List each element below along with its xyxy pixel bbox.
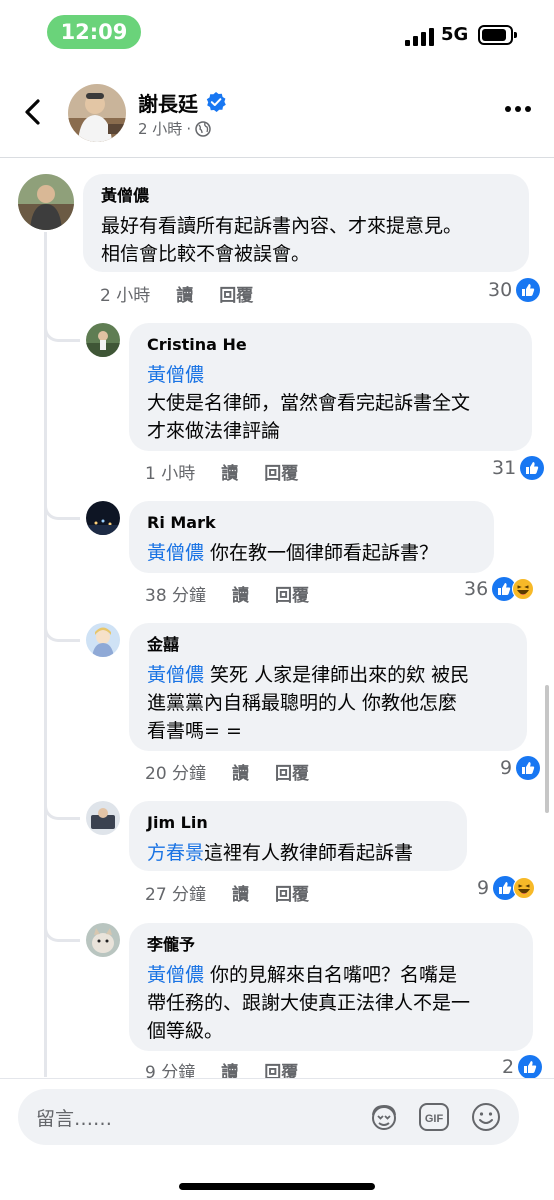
chevron-left-icon (25, 99, 40, 125)
more-dots-icon (505, 106, 511, 112)
reaction-count: 36 (464, 578, 489, 600)
reaction-count: 2 (502, 1056, 515, 1078)
like-icon (516, 278, 541, 302)
post-time: 2 小時 (138, 120, 183, 138)
page-avatar[interactable] (68, 84, 126, 142)
commenter-avatar[interactable] (18, 174, 74, 230)
signal-icon (405, 26, 435, 46)
reply-button[interactable]: 回覆 (264, 459, 298, 484)
reaction-summary[interactable]: 31 (492, 456, 545, 480)
comment-mention[interactable]: 黃僧儂 (147, 664, 204, 686)
comment-author[interactable]: Cristina He (147, 335, 516, 355)
comment-bubble: 黃僧儂 最好有看讀所有起訴書內容、才來提意見。 相信會比較不會被誤會。 (83, 174, 529, 272)
home-indicator[interactable] (179, 1183, 375, 1190)
reply-connector (44, 312, 80, 342)
comment-text: 最好有看讀所有起訴書內容、才來提意見。 相信會比較不會被誤會。 (101, 215, 463, 265)
read-button[interactable]: 讀 (176, 281, 193, 306)
comment-time: 2 小時 (100, 286, 151, 306)
status-bar: 12:09 5G (0, 0, 554, 64)
read-button[interactable]: 讀 (232, 581, 249, 606)
reply-connector (44, 490, 80, 520)
comment-mention[interactable]: 黃僧儂 (147, 364, 204, 386)
comment-mention[interactable]: 方春景 (147, 842, 204, 864)
reply-connector (44, 790, 80, 820)
reply-button[interactable]: 回覆 (275, 880, 309, 905)
comment-bubble: Ri Mark 黃僧儂 你在教一個律師看起訴書？ (129, 501, 494, 573)
comment-bubble: Jim Lin 方春景這裡有人教律師看起訴書 (129, 801, 467, 871)
battery-icon (478, 25, 517, 45)
reaction-summary[interactable]: 2 (502, 1055, 543, 1079)
commenter-avatar[interactable] (86, 623, 120, 657)
back-button[interactable] (18, 96, 50, 128)
comment-time: 27 分鐘 (145, 885, 207, 905)
reaction-summary[interactable]: 30 (488, 278, 541, 302)
comment-mention[interactable]: 黃僧儂 (147, 542, 204, 564)
comment-actions: 2 小時 讀 回覆 (100, 281, 279, 306)
commenter-avatar[interactable] (86, 501, 120, 535)
reaction-count: 9 (477, 877, 490, 899)
comment-bubble: Cristina He 黃僧儂大使是名律師，當然會看完起訴書全文 才來做法律評論 (129, 323, 532, 451)
commenter-avatar[interactable] (86, 801, 120, 835)
read-button[interactable]: 讀 (232, 759, 249, 784)
reply-button[interactable]: 回覆 (275, 581, 309, 606)
comment-author[interactable]: Jim Lin (147, 813, 451, 833)
globe-icon (195, 120, 211, 137)
reaction-summary[interactable]: 36 (464, 577, 535, 601)
gif-label: GIF (425, 1113, 444, 1125)
like-icon (518, 1055, 543, 1079)
comment-author[interactable]: 黃僧儂 (101, 186, 513, 206)
comment-mention[interactable]: 黃僧儂 (147, 964, 204, 986)
reaction-summary[interactable]: 9 (500, 756, 541, 780)
comment-author[interactable]: 李儱予 (147, 935, 517, 955)
reply-button[interactable]: 回覆 (275, 759, 309, 784)
reply-connector (44, 612, 80, 642)
more-options-button[interactable] (505, 106, 533, 116)
meta-separator: · (186, 119, 192, 138)
commenter-avatar[interactable] (86, 323, 120, 357)
comment-bubble: 金囍 黃僧儂 笑死 人家是律師出來的欸 被民 進黨黨內自稱最聰明的人 你教他怎麼… (129, 623, 527, 751)
read-button[interactable]: 讀 (221, 459, 238, 484)
comment-author[interactable]: 金囍 (147, 635, 511, 655)
status-time: 12:09 (47, 15, 141, 49)
network-label: 5G (441, 24, 469, 45)
reply-button[interactable]: 回覆 (219, 281, 253, 306)
comment-time: 20 分鐘 (145, 764, 207, 784)
comment-author[interactable]: Ri Mark (147, 513, 478, 533)
comment-actions: 1 小時 讀 回覆 (145, 459, 324, 484)
gif-icon[interactable]: GIF (418, 1101, 450, 1133)
comment-actions: 20 分鐘 讀 回覆 (145, 759, 335, 784)
comment-input[interactable]: 留言…… GIF (18, 1089, 519, 1145)
read-button[interactable]: 讀 (232, 880, 249, 905)
scrollbar[interactable] (545, 685, 549, 813)
comment-text: 這裡有人教律師看起訴書 (204, 842, 414, 864)
like-icon (520, 456, 545, 480)
haha-icon (513, 877, 536, 899)
avatar-sticker-icon[interactable] (368, 1101, 400, 1133)
reaction-count: 30 (488, 279, 513, 301)
verified-badge-icon (206, 92, 226, 112)
reaction-count: 31 (492, 457, 517, 479)
comment-input-placeholder: 留言…… (36, 1108, 113, 1130)
reply-connector (44, 912, 80, 942)
comment-actions: 38 分鐘 讀 回覆 (145, 581, 335, 606)
comment-time: 1 小時 (145, 464, 196, 484)
comment-bubble: 李儱予 黃僧儂 你的見解來自名嘴吧？名嘴是 帶任務的、跟謝大使真正法律人不是一 … (129, 923, 533, 1051)
commenter-avatar[interactable] (86, 923, 120, 957)
page-name[interactable]: 謝長廷 (138, 88, 198, 117)
reaction-summary[interactable]: 9 (477, 876, 536, 900)
comment-text: 你在教一個律師看起訴書？ (204, 542, 439, 564)
post-meta: 2 小時 · (138, 118, 211, 139)
like-icon (516, 756, 541, 780)
thread-line (44, 232, 47, 1077)
comment-composer: 留言…… GIF (0, 1078, 554, 1200)
comment-time: 38 分鐘 (145, 586, 207, 606)
reaction-count: 9 (500, 757, 513, 779)
comment-text: 大使是名律師，當然會看完起訴書全文 才來做法律評論 (147, 392, 471, 442)
comment-actions: 27 分鐘 讀 回覆 (145, 880, 335, 905)
post-header: 謝長廷 2 小時 · (0, 70, 554, 158)
emoji-icon[interactable] (470, 1101, 502, 1133)
haha-icon (512, 578, 535, 600)
